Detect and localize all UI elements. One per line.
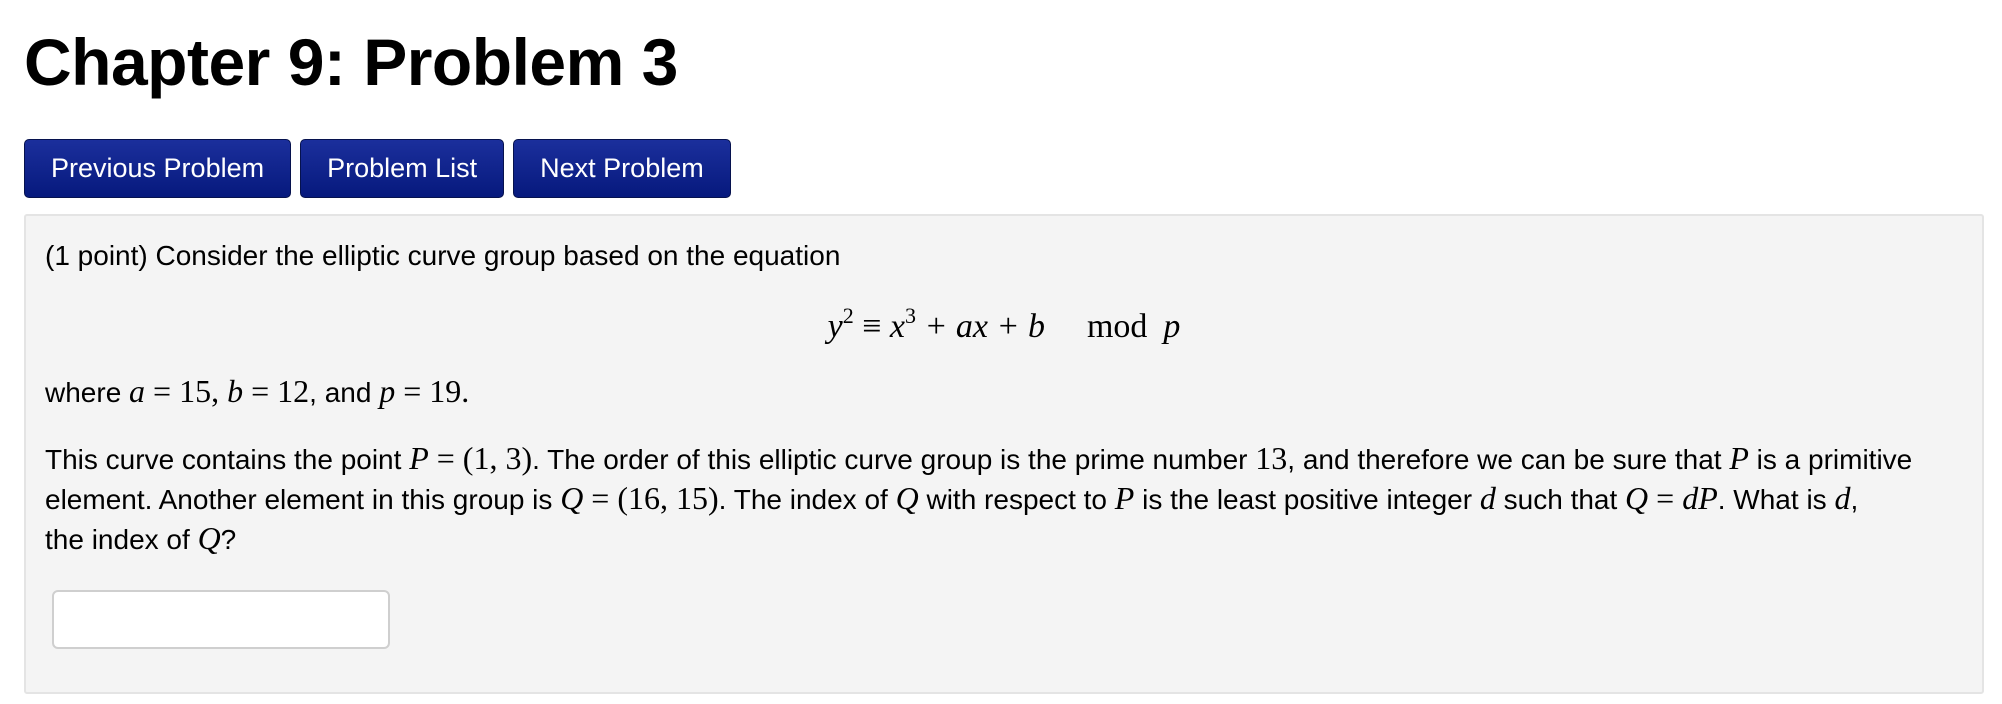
line2-point-p: P (1114, 480, 1135, 516)
eq-mod: mod (1086, 308, 1148, 345)
line1-text-3: , and therefore we can be sure that (1287, 444, 1730, 475)
eq-y-exponent: 2 (842, 303, 854, 328)
line1-point-p-value: = (1, 3) (428, 440, 533, 476)
params-sep-1: , (211, 373, 228, 409)
line2-text-5: such that (1495, 484, 1626, 515)
line2-text-2: . The index of (718, 484, 896, 515)
problem-list-button[interactable]: Problem List (300, 139, 505, 198)
line2-text-1: element. Another element in this group i… (45, 484, 561, 515)
next-problem-button[interactable]: Next Problem (513, 139, 731, 198)
line2-point-q-2: Q (895, 480, 919, 516)
problem-navigation: Previous Problem Problem List Next Probl… (24, 139, 731, 198)
eq-x-exponent: 3 (904, 303, 916, 328)
problem-text-line-1: This curve contains the point P = (1, 3)… (45, 438, 1912, 480)
line2-dp: dP (1682, 480, 1718, 516)
answer-input[interactable] (52, 590, 390, 649)
line2-text-7: , (1850, 484, 1859, 515)
line2-index-d: d (1479, 480, 1496, 516)
line2-point-q-3: Q (1625, 480, 1649, 516)
params-where: where (45, 377, 130, 408)
curve-equation: y2 ≡ x3 + ax + b mod p (26, 302, 1982, 352)
line1-text-1: This curve contains the point (45, 444, 410, 475)
eq-modulus: p (1163, 308, 1181, 345)
problem-text-line-2: element. Another element in this group i… (45, 478, 1858, 520)
line1-point-p: P (409, 440, 429, 476)
line1-point-p-2: P (1729, 440, 1749, 476)
problem-intro: (1 point) Consider the elliptic curve gr… (45, 240, 841, 271)
previous-problem-button[interactable]: Previous Problem (24, 139, 292, 198)
param-p-value: = 19 (395, 373, 462, 409)
line3-point-q: Q (197, 520, 221, 556)
problem-text-line-3: the index of Q? (45, 518, 236, 560)
line2-point-q: Q (560, 480, 584, 516)
line3-text-1: the index of (45, 524, 198, 555)
eq-rest: + ax + b (915, 308, 1045, 345)
eq-y: y (827, 308, 843, 345)
curve-parameters: where a = 15, b = 12, and p = 19. (45, 371, 469, 413)
params-end: . (461, 373, 470, 409)
line2-text-3: with respect to (918, 484, 1115, 515)
param-b-value: = 12 (243, 373, 310, 409)
eq-equiv: ≡ (853, 308, 890, 345)
page-title: Chapter 9: Problem 3 (24, 25, 678, 99)
param-a-value: = 15 (145, 373, 212, 409)
problem-panel: (1 point) Consider the elliptic curve gr… (24, 214, 1984, 694)
params-sep-2: , and (309, 377, 380, 408)
line1-text-2: . The order of this elliptic curve group… (532, 444, 1256, 475)
eq-x: x (889, 308, 905, 345)
line2-point-q-value: = (16, 15) (583, 480, 719, 516)
line2-text-6: . What is (1717, 484, 1835, 515)
line2-text-4: is the least positive integer (1134, 484, 1480, 515)
line3-text-2: ? (220, 524, 237, 555)
line2-equals: = (1648, 480, 1683, 516)
param-a-var: a (129, 373, 146, 409)
param-p-var: p (379, 373, 396, 409)
line1-text-4: is a primitive (1748, 444, 1913, 475)
param-b-var: b (227, 373, 244, 409)
line2-index-d-2: d (1834, 480, 1851, 516)
line1-group-order: 13 (1255, 440, 1288, 476)
